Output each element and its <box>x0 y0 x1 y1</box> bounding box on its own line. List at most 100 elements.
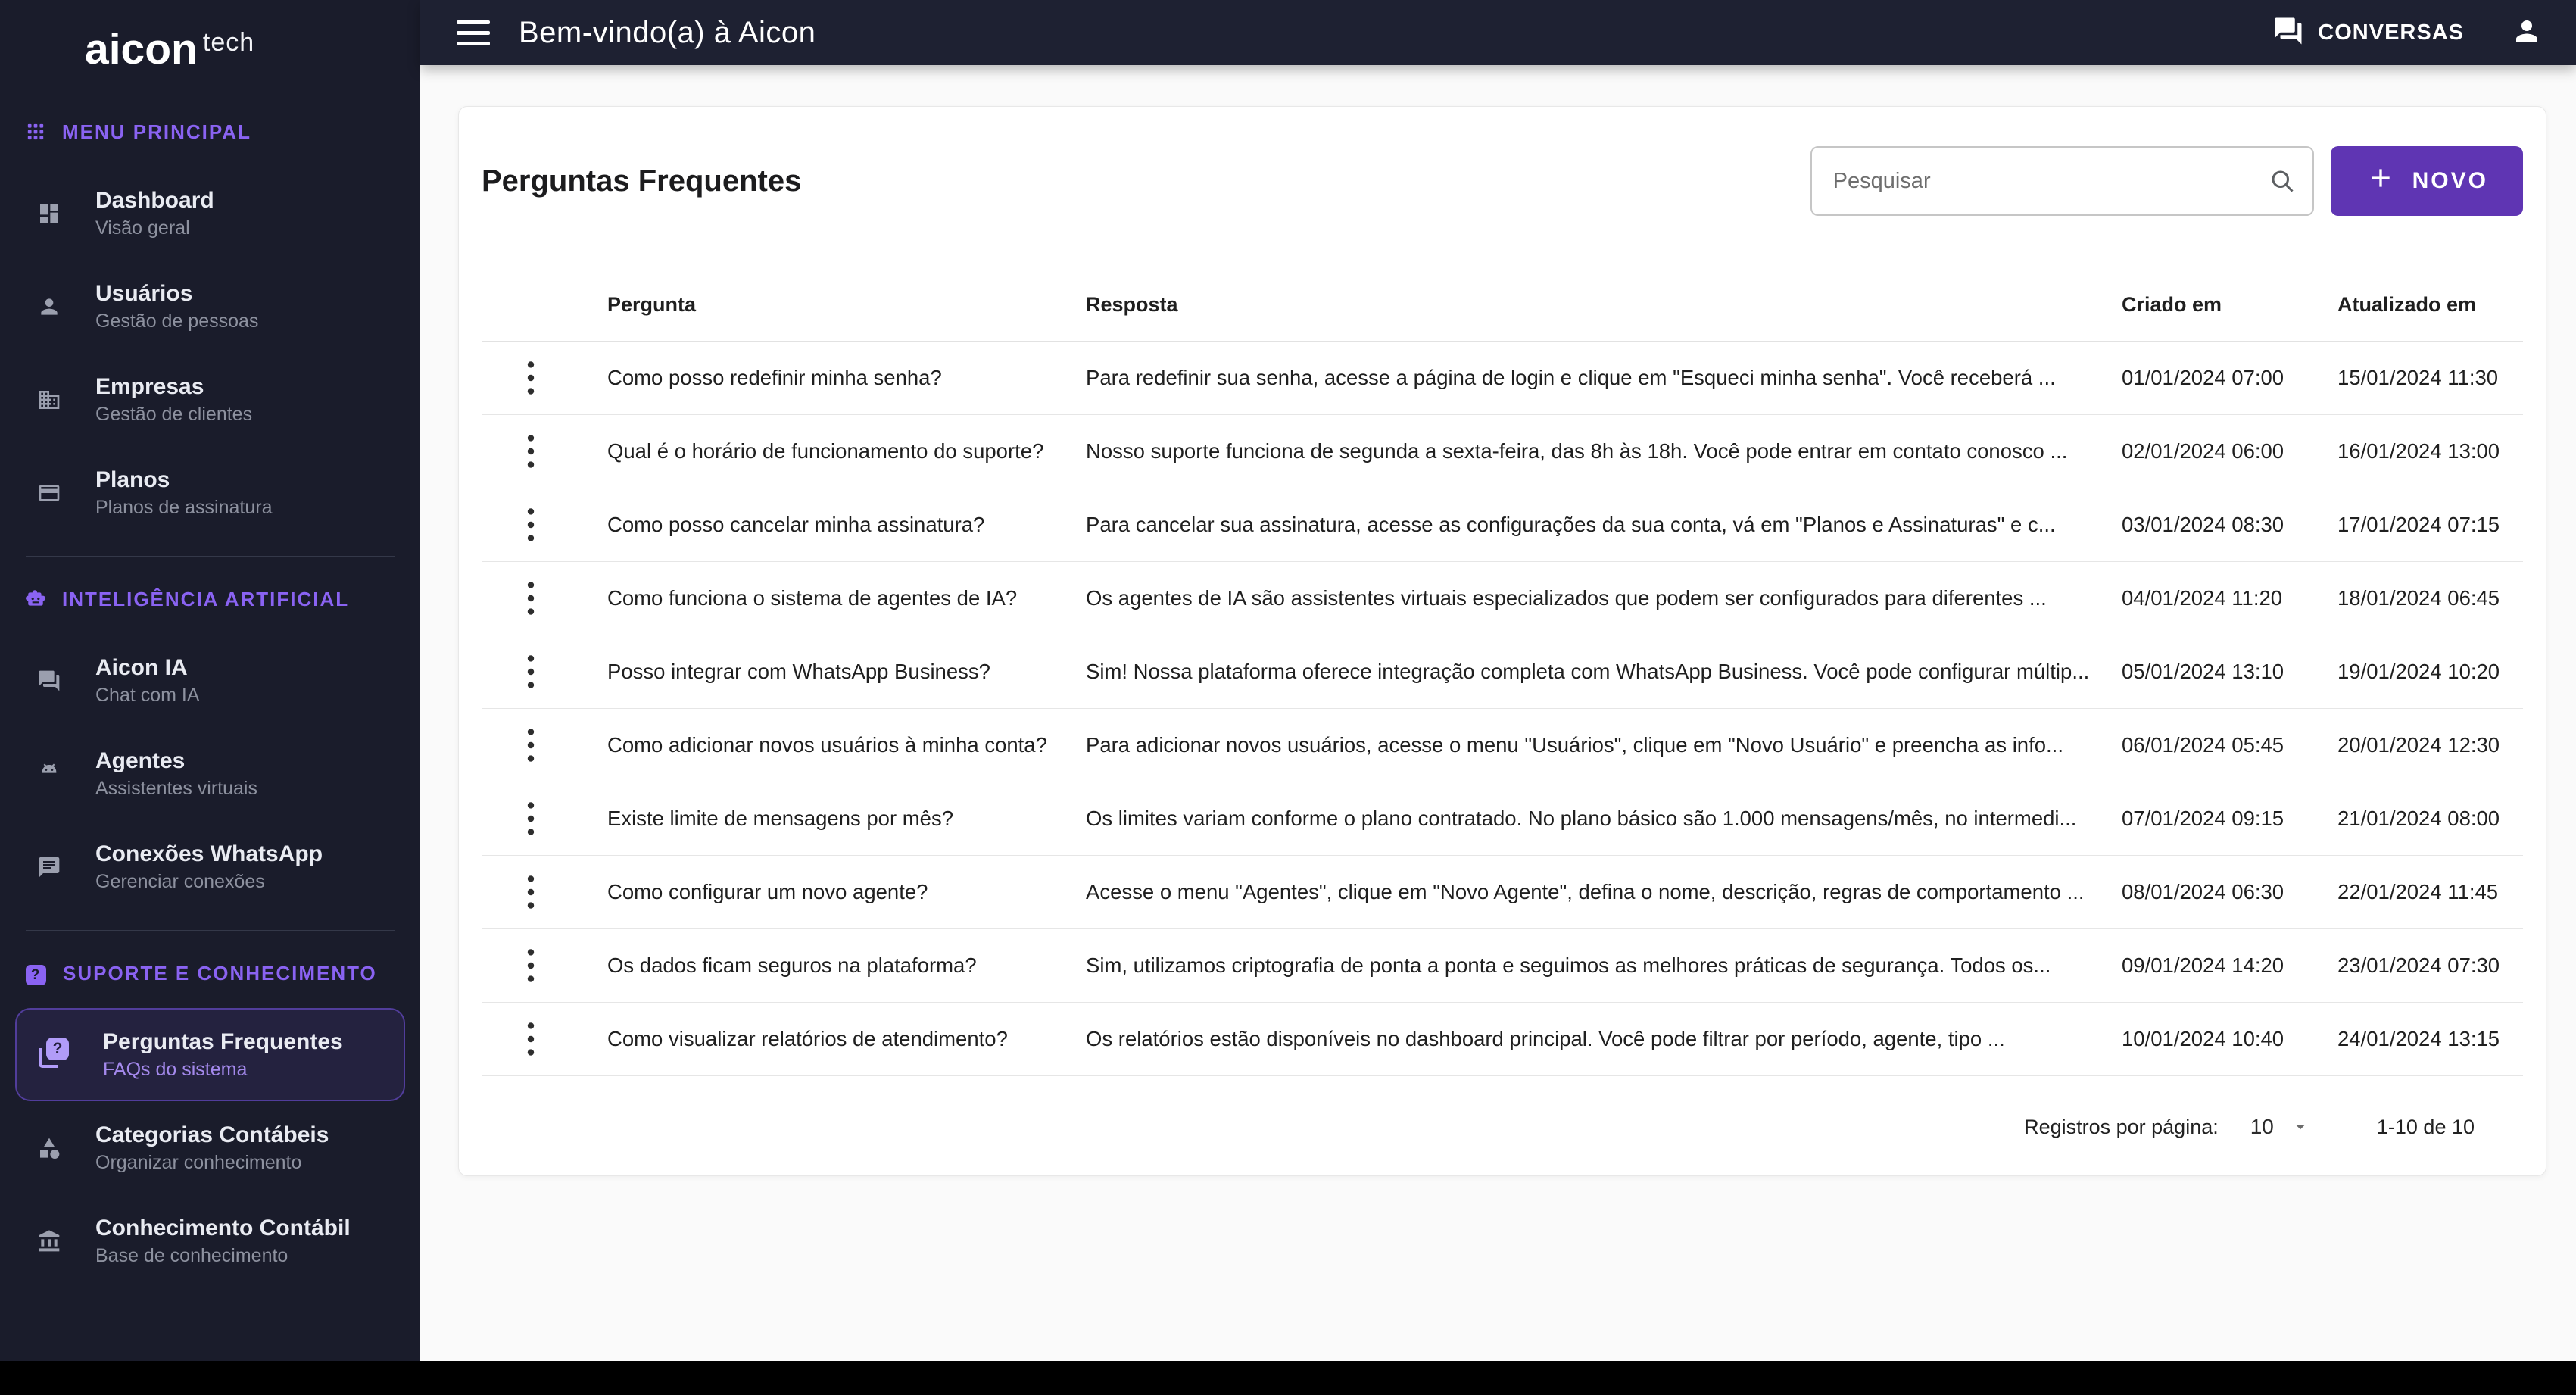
question-cell: Qual é o horário de funcionamento do sup… <box>607 439 1044 463</box>
person-icon <box>37 295 61 319</box>
sidebar-item-agentes[interactable]: Agentes Assistentes virtuais <box>15 727 405 820</box>
created-cell: 05/01/2024 13:10 <box>2122 660 2284 683</box>
updated-cell: 18/01/2024 06:45 <box>2337 586 2500 610</box>
row-actions-button[interactable] <box>516 1016 546 1063</box>
kebab-icon <box>526 434 535 469</box>
sidebar-section-label-menu-principal: MENU PRINCIPAL <box>26 115 395 148</box>
sidebar-item-sublabel: Gestão de pessoas <box>95 311 259 332</box>
search-input[interactable] <box>1810 146 2314 216</box>
column-header-pergunta: Pergunta <box>607 293 697 316</box>
faq-table: Pergunta Resposta Criado em Atualizado em C… <box>459 269 2546 1178</box>
question-cell: Posso integrar com WhatsApp Business? <box>607 660 990 683</box>
table-row: Qual é o horário de funcionamento do sup… <box>482 415 2523 488</box>
row-actions-button[interactable] <box>516 428 546 475</box>
sidebar-item-sublabel: Gestão de clientes <box>95 404 253 425</box>
brand-suffix: tech <box>202 27 255 57</box>
row-actions-button[interactable] <box>516 575 546 622</box>
sidebar-item-sublabel: Planos de assinatura <box>95 497 273 518</box>
chevron-down-icon <box>2291 1117 2310 1137</box>
per-page-select[interactable]: 10 <box>2250 1115 2310 1139</box>
answer-cell: Sim, utilizamos criptografia de ponta a … <box>1086 953 2051 977</box>
apps-grid-icon <box>26 122 45 142</box>
chat-lines-icon <box>37 855 61 879</box>
topbar-title: Bem-vindo(a) à Aicon <box>519 15 816 49</box>
answer-cell: Os agentes de IA são assistentes virtuai… <box>1086 586 2047 610</box>
per-page-value: 10 <box>2250 1115 2274 1138</box>
sidebar-section-items: Aicon IA Chat com IA Agentes Assistentes vi… <box>15 634 405 913</box>
new-button[interactable]: NOVO <box>2330 146 2523 216</box>
per-page-label: Registros por página: <box>2024 1115 2219 1138</box>
updated-cell: 15/01/2024 11:30 <box>2337 366 2499 389</box>
created-cell: 01/01/2024 07:00 <box>2122 366 2284 389</box>
sidebar-section-label-suporte-e-conhecimento: ? SUPORTE E CONHECIMENTO <box>26 957 395 990</box>
kebab-icon <box>526 801 535 836</box>
created-cell: 08/01/2024 06:30 <box>2122 880 2284 903</box>
kebab-icon <box>526 948 535 983</box>
created-cell: 04/01/2024 11:20 <box>2122 586 2283 610</box>
pagination-range: 1-10 de 10 <box>2376 1115 2475 1138</box>
menu-icon[interactable] <box>457 20 490 45</box>
answer-cell: Para redefinir sua senha, acesse a págin… <box>1086 366 2056 389</box>
category-icon <box>37 1136 61 1160</box>
row-actions-button[interactable] <box>516 722 546 769</box>
forum-icon <box>37 669 61 693</box>
updated-cell: 23/01/2024 07:30 <box>2337 953 2500 977</box>
row-actions-button[interactable] <box>516 942 546 989</box>
column-header-criado-em: Criado em <box>2122 293 2222 316</box>
plus-icon <box>2365 163 2396 199</box>
updated-cell: 20/01/2024 12:30 <box>2337 733 2500 757</box>
row-actions-button[interactable] <box>516 648 546 695</box>
column-header-atualizado-em: Atualizado em <box>2337 293 2477 316</box>
sidebar-item-aicon-ia[interactable]: Aicon IA Chat com IA <box>15 634 405 727</box>
sidebar-item-label: Planos <box>95 467 170 492</box>
answer-cell: Os relatórios estão disponíveis no dashb… <box>1086 1027 2005 1050</box>
sidebar-item-empresas[interactable]: Empresas Gestão de clientes <box>15 353 405 446</box>
updated-cell: 19/01/2024 10:20 <box>2337 660 2500 683</box>
sidebar-item-usuarios[interactable]: Usuários Gestão de pessoas <box>15 260 405 353</box>
table-row: Posso integrar com WhatsApp Business? Sim… <box>482 635 2523 709</box>
sidebar-item-conexoes-whatsapp[interactable]: Conexões WhatsApp Gerenciar conexões <box>15 820 405 913</box>
faq-card: Perguntas Frequentes NOVO <box>458 106 2546 1176</box>
sidebar-item-label: Empresas <box>95 374 204 399</box>
topbar-actions: CONVERSAS <box>2272 15 2543 51</box>
question-cell: Como posso cancelar minha assinatura? <box>607 513 985 536</box>
sidebar-item-label: Aicon IA <box>95 655 188 680</box>
kebab-icon <box>526 654 535 689</box>
created-cell: 07/01/2024 09:15 <box>2122 807 2284 830</box>
conversas-button[interactable]: CONVERSAS <box>2272 15 2464 51</box>
sidebar-item-dashboard[interactable]: Dashboard Visão geral <box>15 167 405 260</box>
question-cell: Como visualizar relatórios de atendiment… <box>607 1027 1008 1050</box>
answer-cell: Sim! Nossa plataforma oferece integração… <box>1086 660 2090 683</box>
search-box <box>1810 146 2314 216</box>
answer-cell: Os limites variam conforme o plano contr… <box>1086 807 2077 830</box>
brand-name: aicon <box>85 25 198 73</box>
sidebar: aicon tech MENU PRINCIPAL Dashboard Visão … <box>0 0 420 1395</box>
table-row: Como visualizar relatórios de atendiment… <box>482 1003 2523 1076</box>
sidebar-item-label: Conexões WhatsApp <box>95 841 323 866</box>
sidebar-item-sublabel: Base de conhecimento <box>95 1245 288 1266</box>
table-footer: Registros por página: 10 1-10 de 10 <box>482 1076 2523 1178</box>
sidebar-item-categorias-contabeis[interactable]: Categorias Contábeis Organizar conhecimen… <box>15 1101 405 1194</box>
table-header-row: Pergunta Resposta Criado em Atualizado em <box>482 269 2523 342</box>
bottom-bar <box>0 1361 2576 1395</box>
sidebar-item-planos[interactable]: Planos Planos de assinatura <box>15 446 405 539</box>
row-actions-button[interactable] <box>516 354 546 401</box>
row-actions-button[interactable] <box>516 869 546 916</box>
row-actions-button[interactable] <box>516 501 546 548</box>
sidebar-item-label: Dashboard <box>95 188 214 213</box>
sidebar-nav: MENU PRINCIPAL Dashboard Visão geral Usuári… <box>0 98 420 1395</box>
kebab-icon <box>526 1022 535 1056</box>
main-region: Bem-vindo(a) à Aicon CONVERSAS Perguntas… <box>420 0 2576 1395</box>
updated-cell: 21/01/2024 08:00 <box>2337 807 2500 830</box>
sidebar-item-perguntas-frequentes[interactable]: ? Perguntas Frequentes FAQs do sistema <box>15 1008 405 1101</box>
account-button[interactable] <box>2511 15 2543 51</box>
person-icon <box>2511 20 2543 50</box>
kebab-icon <box>526 360 535 395</box>
answer-cell: Para adicionar novos usuários, acesse o … <box>1086 733 2063 757</box>
sidebar-item-conhecimento-contabil[interactable]: Conhecimento Contábil Base de conheciment… <box>15 1194 405 1287</box>
created-cell: 06/01/2024 05:45 <box>2122 733 2284 757</box>
question-cell: Os dados ficam seguros na plataforma? <box>607 953 977 977</box>
table-row: Como posso redefinir minha senha? Para re… <box>482 342 2523 415</box>
table-body: Como posso redefinir minha senha? Para re… <box>482 342 2523 1076</box>
row-actions-button[interactable] <box>516 795 546 842</box>
